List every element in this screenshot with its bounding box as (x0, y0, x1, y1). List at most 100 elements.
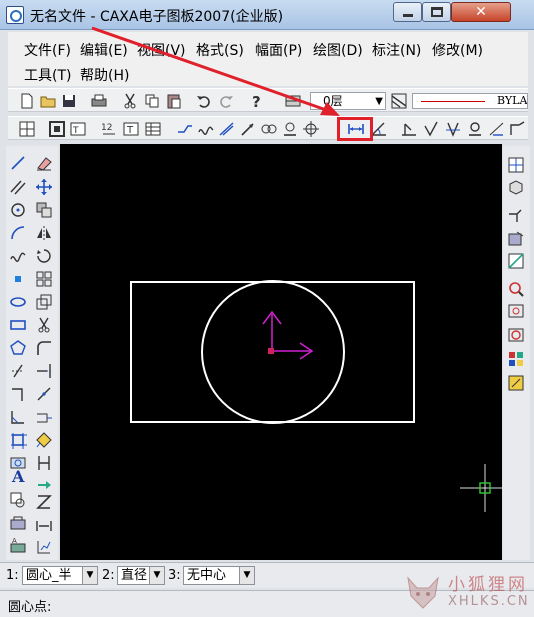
zoom-icon[interactable] (507, 280, 525, 298)
title-block-icon[interactable]: T (69, 120, 87, 138)
arc-icon[interactable] (9, 224, 27, 242)
layer-select[interactable]: 0层 ▼ (310, 92, 386, 110)
frame-icon[interactable] (48, 120, 66, 138)
partial-view-icon[interactable] (507, 252, 525, 270)
datum-icon[interactable] (400, 120, 418, 138)
menu-sheet[interactable]: 幅面(P) (255, 40, 302, 60)
title-bar: 无名文件 - CAXA电子图板2007(企业版) ✕ (0, 0, 534, 30)
center-line-icon[interactable] (302, 120, 320, 138)
eraser-icon[interactable] (35, 154, 53, 172)
redo-button[interactable] (217, 92, 235, 110)
detail-view-icon[interactable] (507, 230, 525, 248)
block-icon[interactable] (9, 431, 27, 449)
curve-icon[interactable] (9, 247, 27, 265)
text-icon[interactable]: T (122, 120, 140, 138)
array-icon[interactable] (35, 270, 53, 288)
linetype-icon[interactable] (390, 92, 408, 110)
help-button[interactable]: ? (247, 92, 265, 110)
new-file-button[interactable] (18, 92, 36, 110)
zoom-window-icon[interactable] (507, 326, 525, 344)
break-icon[interactable] (35, 385, 53, 403)
distance-icon[interactable] (35, 517, 53, 535)
linetype-select[interactable]: BYLAY (412, 93, 528, 109)
section-icon[interactable] (507, 206, 525, 224)
zoom-all-icon[interactable] (507, 374, 525, 392)
balloon-icon[interactable] (488, 120, 506, 138)
center-mark-icon[interactable] (9, 362, 27, 380)
match-icon[interactable] (35, 493, 53, 511)
point-icon[interactable] (9, 270, 27, 288)
line-icon[interactable] (9, 154, 27, 172)
drawing-toolbar: T 12 T (8, 116, 528, 140)
sequence-number-icon[interactable]: 12 (100, 120, 118, 138)
scissors-icon[interactable] (35, 316, 53, 334)
layer-value: 0层 (323, 94, 343, 108)
minimize-button[interactable] (393, 2, 422, 22)
print-button[interactable] (90, 92, 108, 110)
roughness-icon[interactable] (422, 120, 440, 138)
align-icon[interactable] (35, 454, 53, 472)
paste-button[interactable] (165, 92, 183, 110)
weld-icon[interactable] (466, 120, 484, 138)
menu-dimension[interactable]: 标注(N) (372, 40, 421, 60)
option-3-select[interactable]: 无中心 ▼ (183, 566, 255, 585)
leader-icon[interactable] (509, 120, 527, 138)
cut-button[interactable] (121, 92, 139, 110)
parallel-line-icon[interactable] (9, 178, 27, 196)
mirror-icon[interactable] (35, 224, 53, 242)
insert-block-icon[interactable] (9, 514, 27, 532)
menu-modify[interactable]: 修改(M) (432, 40, 483, 60)
drawing-canvas[interactable] (60, 144, 502, 560)
stretch-icon[interactable] (35, 408, 53, 426)
circle-icon[interactable] (9, 201, 27, 219)
spline-icon[interactable] (197, 120, 215, 138)
layer-control-icon[interactable] (284, 92, 302, 110)
chamfer-icon[interactable] (9, 408, 27, 426)
copy-select-icon[interactable] (35, 201, 53, 219)
pick-icon[interactable] (239, 120, 257, 138)
fillet-icon[interactable] (35, 339, 53, 357)
close-icon: ✕ (475, 4, 487, 20)
maximize-button[interactable] (422, 2, 451, 22)
view-grid-icon[interactable] (507, 156, 525, 174)
explode-icon[interactable] (35, 431, 53, 449)
rectangle-icon[interactable] (9, 316, 27, 334)
trim-icon[interactable] (260, 120, 278, 138)
redraw-icon[interactable] (507, 350, 525, 368)
undo-button[interactable] (195, 92, 213, 110)
menu-format[interactable]: 格式(S) (196, 40, 244, 60)
offset-icon[interactable] (218, 120, 236, 138)
snap-icon[interactable] (176, 120, 194, 138)
copy-button[interactable] (143, 92, 161, 110)
menu-help[interactable]: 帮助(H) (80, 65, 129, 85)
scale-icon[interactable] (35, 293, 53, 311)
break-line-icon[interactable] (9, 385, 27, 403)
menu-draw[interactable]: 绘图(D) (313, 40, 363, 60)
save-button[interactable] (60, 92, 78, 110)
area-icon[interactable] (35, 538, 53, 556)
cube-icon[interactable] (507, 178, 525, 196)
polygon-icon[interactable] (9, 339, 27, 357)
ellipse-icon[interactable] (9, 293, 27, 311)
detail-table-icon[interactable] (144, 120, 162, 138)
library-icon[interactable]: A (9, 536, 27, 554)
hatch-icon[interactable] (9, 491, 27, 509)
menu-edit[interactable]: 编辑(E) (80, 40, 128, 60)
measure-icon[interactable] (281, 120, 299, 138)
menu-file[interactable]: 文件(F) (24, 40, 71, 60)
tolerance-icon[interactable] (444, 120, 462, 138)
menu-tools[interactable]: 工具(T) (24, 65, 71, 85)
menu-view[interactable]: 视图(V) (137, 40, 186, 60)
option-1-select[interactable]: 圆心_半 ▼ (22, 566, 98, 585)
extend-icon[interactable] (35, 362, 53, 380)
option-2-select[interactable]: 直径 ▼ (117, 566, 165, 585)
text-tool-icon[interactable]: A (9, 466, 27, 484)
rotate-icon[interactable] (35, 247, 53, 265)
pan-icon[interactable] (507, 302, 525, 320)
open-file-button[interactable] (39, 92, 57, 110)
move-icon[interactable] (35, 178, 53, 196)
grid-icon[interactable] (18, 120, 36, 138)
properties-icon[interactable] (35, 476, 53, 494)
chevron-down-icon: ▼ (375, 96, 383, 107)
close-button[interactable]: ✕ (451, 2, 511, 22)
